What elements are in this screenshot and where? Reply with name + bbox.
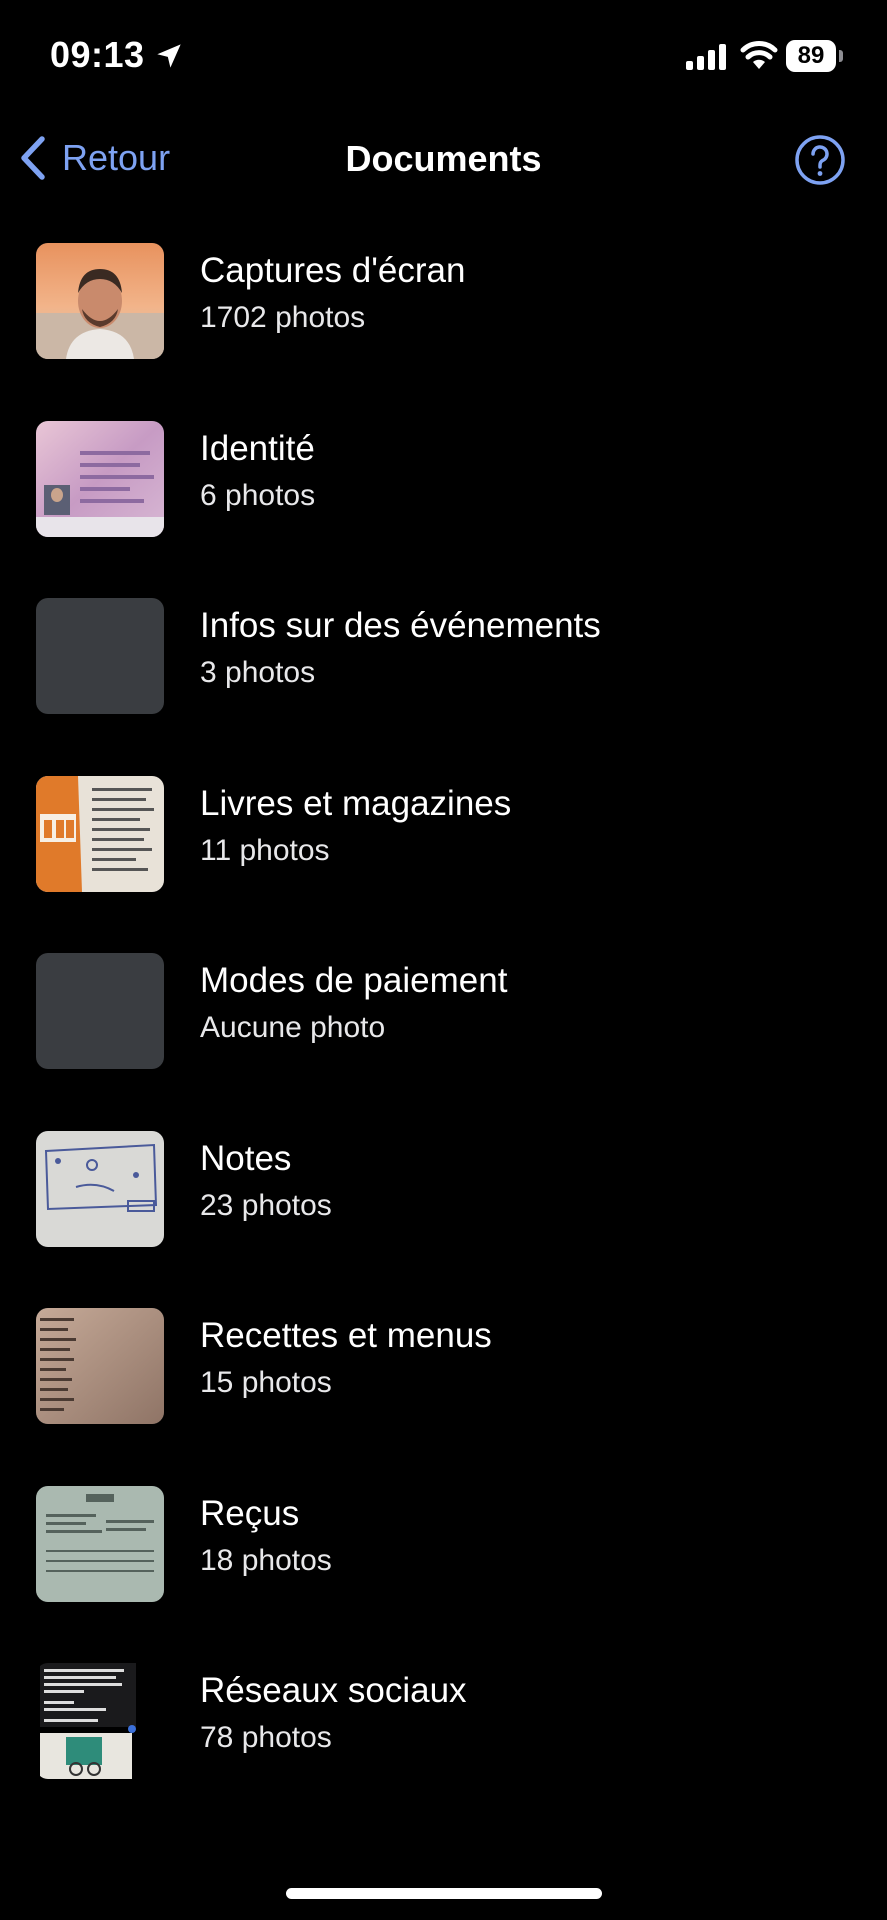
album-count: 11 photos xyxy=(200,833,330,867)
status-bar: 09:13 89 xyxy=(0,0,887,110)
album-count: 18 photos xyxy=(200,1543,332,1577)
album-name: Livres et magazines xyxy=(200,783,512,823)
navigation-bar: Retour Documents xyxy=(0,110,887,206)
menu-page-thumbnail xyxy=(36,1308,164,1424)
cellular-signal-icon xyxy=(686,44,726,70)
album-thumbnail-placeholder xyxy=(36,598,164,714)
album-name: Notes xyxy=(200,1138,292,1178)
battery-tip xyxy=(839,50,843,62)
album-row-reseaux[interactable]: Réseaux sociaux 78 photos xyxy=(0,1663,887,1841)
album-row-paiement[interactable]: Modes de paiement Aucune photo xyxy=(0,953,887,1131)
album-text: Reçus 18 photos xyxy=(200,1494,332,1578)
album-row-recettes[interactable]: Recettes et menus 15 photos xyxy=(0,1308,887,1486)
battery-level: 89 xyxy=(786,40,836,72)
album-row-livres[interactable]: Livres et magazines 11 photos xyxy=(0,775,887,954)
album-text: Recettes et menus 15 photos xyxy=(200,1316,492,1400)
album-count: 15 photos xyxy=(200,1366,332,1399)
social-post-thumbnail xyxy=(36,1663,164,1779)
album-thumbnail xyxy=(36,1308,164,1424)
album-thumbnail xyxy=(36,420,164,537)
album-count: 3 photos xyxy=(200,656,316,689)
status-time: 09:13 xyxy=(50,34,145,75)
album-row-evenements[interactable]: Infos sur des événements 3 photos xyxy=(0,598,887,776)
album-thumbnail-placeholder xyxy=(36,953,164,1069)
album-name: Modes de paiement xyxy=(200,961,508,1000)
id-card-thumbnail xyxy=(36,420,164,537)
album-name: Réseaux sociaux xyxy=(200,1671,467,1710)
album-text: Infos sur des événements 3 photos xyxy=(200,606,601,690)
album-thumbnail xyxy=(36,243,164,359)
album-list: Captures d'écran 1702 photos Identité 6 … xyxy=(0,243,887,1841)
album-text: Livres et magazines 11 photos xyxy=(200,784,511,868)
album-name: Recettes et menus xyxy=(200,1316,492,1355)
album-count: 6 photos xyxy=(200,478,316,512)
album-count: 78 photos xyxy=(200,1721,332,1754)
album-thumbnail xyxy=(36,1130,164,1247)
book-page-thumbnail xyxy=(36,775,164,892)
album-text: Modes de paiement Aucune photo xyxy=(200,961,507,1045)
album-thumbnail xyxy=(36,775,164,892)
album-text: Identité 6 photos xyxy=(200,429,315,513)
location-arrow-icon xyxy=(157,44,181,68)
receipt-thumbnail xyxy=(36,1485,164,1602)
home-indicator[interactable] xyxy=(286,1888,602,1899)
album-text: Notes 23 photos xyxy=(200,1139,332,1223)
battery-icon: 89 xyxy=(786,40,844,72)
album-row-identite[interactable]: Identité 6 photos xyxy=(0,420,887,599)
album-count: 1702 photos xyxy=(200,301,366,334)
handwritten-note-thumbnail xyxy=(36,1130,164,1247)
portrait-photo-thumbnail xyxy=(36,243,164,359)
help-icon[interactable] xyxy=(794,134,846,186)
album-name: Captures d'écran xyxy=(200,251,466,290)
album-text: Captures d'écran 1702 photos xyxy=(200,251,465,335)
album-text: Réseaux sociaux 78 photos xyxy=(200,1671,467,1755)
album-thumbnail xyxy=(36,1485,164,1602)
album-row-notes[interactable]: Notes 23 photos xyxy=(0,1130,887,1309)
album-row-captures[interactable]: Captures d'écran 1702 photos xyxy=(0,243,887,421)
page-title: Documents xyxy=(345,138,542,179)
album-row-recus[interactable]: Reçus 18 photos xyxy=(0,1485,887,1664)
album-name: Reçus xyxy=(200,1493,300,1533)
album-count: 23 photos xyxy=(200,1188,332,1222)
album-name: Identité xyxy=(200,428,315,468)
wifi-icon xyxy=(740,41,778,69)
album-name: Infos sur des événements xyxy=(200,606,601,645)
album-count: Aucune photo xyxy=(200,1011,386,1044)
album-thumbnail xyxy=(36,1663,164,1779)
